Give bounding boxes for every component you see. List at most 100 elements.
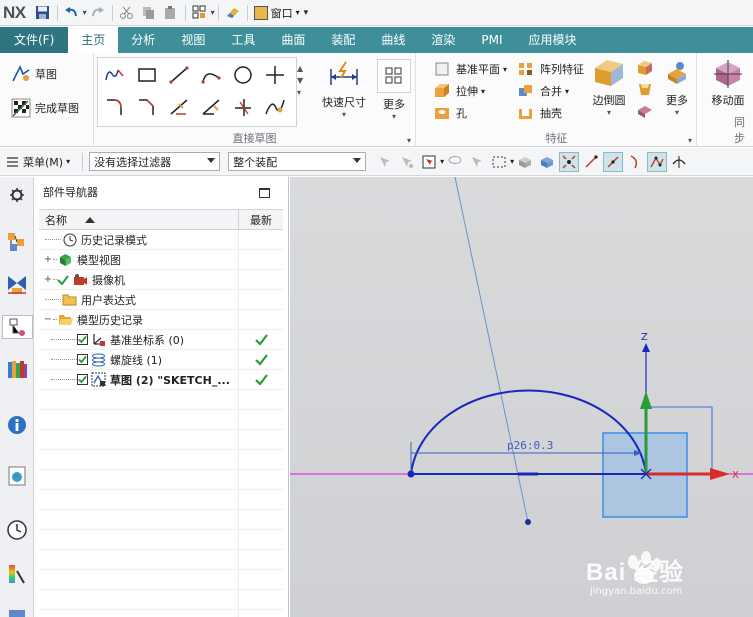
- tree-row-cameras[interactable]: + 摄像机: [39, 270, 283, 290]
- paste-icon[interactable]: [162, 4, 180, 22]
- system-materials-icon[interactable]: [5, 562, 29, 586]
- selection-scope-select[interactable]: 整个装配: [228, 152, 367, 171]
- tree-row-sketch[interactable]: 草图 (2) "SKETCH_...: [39, 370, 283, 390]
- tree-row-model-views[interactable]: + 模型视图: [39, 250, 283, 270]
- pattern-feature-button[interactable]: 阵列特征: [515, 58, 584, 80]
- general-selection-icon[interactable]: [375, 152, 395, 172]
- chamfer-icon[interactable]: [135, 95, 159, 119]
- history-clock-icon[interactable]: [5, 518, 29, 542]
- navigator-title: 部件导航器: [43, 186, 98, 199]
- make-corner-icon[interactable]: [231, 95, 255, 119]
- helix-axis-endpoint[interactable]: [525, 519, 531, 525]
- tab-home[interactable]: 主页: [68, 27, 119, 53]
- tab-surface[interactable]: 曲面: [268, 27, 318, 53]
- copy-icon[interactable]: [140, 4, 158, 22]
- tab-tools[interactable]: 工具: [218, 27, 268, 53]
- assembly-navigator-icon[interactable]: [5, 230, 29, 254]
- tree-row-datum-csys[interactable]: 基准坐标系 (0): [39, 330, 283, 350]
- part-navigator-icon[interactable]: [2, 315, 33, 339]
- constraint-navigator-icon[interactable]: [5, 272, 29, 296]
- select-in-box-icon[interactable]: [419, 152, 439, 172]
- rectangle-icon[interactable]: [135, 63, 159, 87]
- tab-pmi[interactable]: PMI: [468, 27, 515, 53]
- roles-icon[interactable]: [5, 603, 29, 617]
- helix-axis-line[interactable]: [454, 177, 529, 523]
- tab-assembly[interactable]: 装配: [318, 27, 368, 53]
- collapse-icon[interactable]: −: [43, 314, 53, 325]
- web-browser-icon[interactable]: [5, 464, 29, 488]
- gallery-scroll[interactable]: ▲ ▼ ▾: [297, 63, 303, 99]
- sketch-icon: [10, 63, 32, 85]
- tab-view[interactable]: 视图: [168, 27, 218, 53]
- layout-icon[interactable]: [191, 4, 209, 22]
- sketch-button[interactable]: 草图: [10, 63, 57, 85]
- hole-button[interactable]: 孔: [431, 102, 467, 124]
- menu-button[interactable]: 菜单(M) ▾: [0, 154, 76, 170]
- visibility-checkbox[interactable]: [77, 374, 88, 385]
- type-filter-select[interactable]: 没有选择过滤器: [89, 152, 221, 171]
- solid-body-icon[interactable]: [515, 152, 535, 172]
- curve-point-icon[interactable]: [625, 152, 645, 172]
- move-face-button[interactable]: 移动面: [706, 57, 750, 108]
- trim-body-icon[interactable]: [633, 99, 657, 123]
- arc-icon[interactable]: [199, 63, 223, 87]
- studio-spline-icon[interactable]: [263, 95, 287, 119]
- datum-plane-button[interactable]: 基准平面 ▾: [431, 58, 507, 80]
- midpoint-icon[interactable]: [603, 151, 624, 172]
- rectangle-select-icon[interactable]: [489, 152, 509, 172]
- snap-point-icon[interactable]: [559, 151, 580, 172]
- expand-icon[interactable]: +: [43, 274, 53, 285]
- quick-dimension-button[interactable]: 快速尺寸 ▾: [316, 59, 372, 119]
- intersection-icon[interactable]: [669, 152, 689, 172]
- tree-row-user-expressions[interactable]: 用户表达式: [39, 290, 283, 310]
- feature-selection-icon[interactable]: [397, 152, 417, 172]
- unite-button[interactable]: 合并 ▾: [515, 80, 569, 102]
- cut-icon[interactable]: [118, 4, 136, 22]
- point-icon[interactable]: [263, 63, 287, 87]
- undo-icon[interactable]: [63, 4, 81, 22]
- sketch-endpoint[interactable]: [407, 470, 415, 478]
- profile-icon[interactable]: [103, 63, 127, 87]
- sheet-body-icon[interactable]: [537, 152, 557, 172]
- endpoint-icon[interactable]: [581, 152, 601, 172]
- quick-extend-icon[interactable]: [199, 95, 223, 119]
- eraser-icon[interactable]: [224, 4, 242, 22]
- expand-icon[interactable]: +: [43, 254, 53, 265]
- shell-button[interactable]: 抽壳: [515, 102, 562, 124]
- tab-file[interactable]: 文件(F): [0, 27, 69, 53]
- lasso-icon[interactable]: [445, 152, 465, 172]
- extrude-button[interactable]: 拉伸 ▾: [431, 80, 485, 102]
- deselect-icon[interactable]: [467, 152, 487, 172]
- feature-more-button[interactable]: 更多 ▾: [659, 57, 695, 117]
- column-latest[interactable]: 最新: [239, 210, 283, 229]
- maximize-icon[interactable]: [259, 188, 270, 198]
- direct-sketch-more-button[interactable]: 更多 ▾: [376, 59, 412, 121]
- visibility-checkbox[interactable]: [77, 354, 88, 365]
- dimension-label[interactable]: p26:0.3: [507, 439, 553, 452]
- clock-icon: [61, 232, 78, 248]
- tree-row-model-history[interactable]: − 模型历史记录: [39, 310, 283, 330]
- settings-gear-icon[interactable]: [5, 183, 29, 207]
- draft-icon[interactable]: [633, 77, 657, 101]
- camera-icon: [72, 272, 89, 288]
- tree-row-history-mode[interactable]: 历史记录模式: [39, 230, 283, 250]
- tab-application[interactable]: 应用模块: [516, 27, 590, 53]
- tab-analysis[interactable]: 分析: [118, 27, 168, 53]
- quick-trim-icon[interactable]: [167, 95, 191, 119]
- edge-blend-button[interactable]: 边倒圆 ▾: [587, 57, 631, 117]
- tab-render[interactable]: 渲染: [418, 27, 468, 53]
- reuse-library-icon[interactable]: [5, 357, 29, 381]
- redo-icon[interactable]: [89, 4, 107, 22]
- fillet-icon[interactable]: [103, 95, 127, 119]
- visibility-checkbox[interactable]: [77, 334, 88, 345]
- tree-row-helix[interactable]: 螺旋线 (1): [39, 350, 283, 370]
- window-menu[interactable]: 窗口 ▾ ▾: [253, 5, 308, 21]
- control-point-icon[interactable]: [647, 151, 668, 172]
- tab-curve[interactable]: 曲线: [368, 27, 418, 53]
- save-icon[interactable]: [34, 4, 52, 22]
- finish-sketch-button[interactable]: 完成草图: [10, 97, 79, 119]
- line-icon[interactable]: [167, 63, 191, 87]
- column-name[interactable]: 名称: [39, 210, 239, 229]
- info-icon[interactable]: [5, 413, 29, 437]
- circle-icon[interactable]: [231, 63, 255, 87]
